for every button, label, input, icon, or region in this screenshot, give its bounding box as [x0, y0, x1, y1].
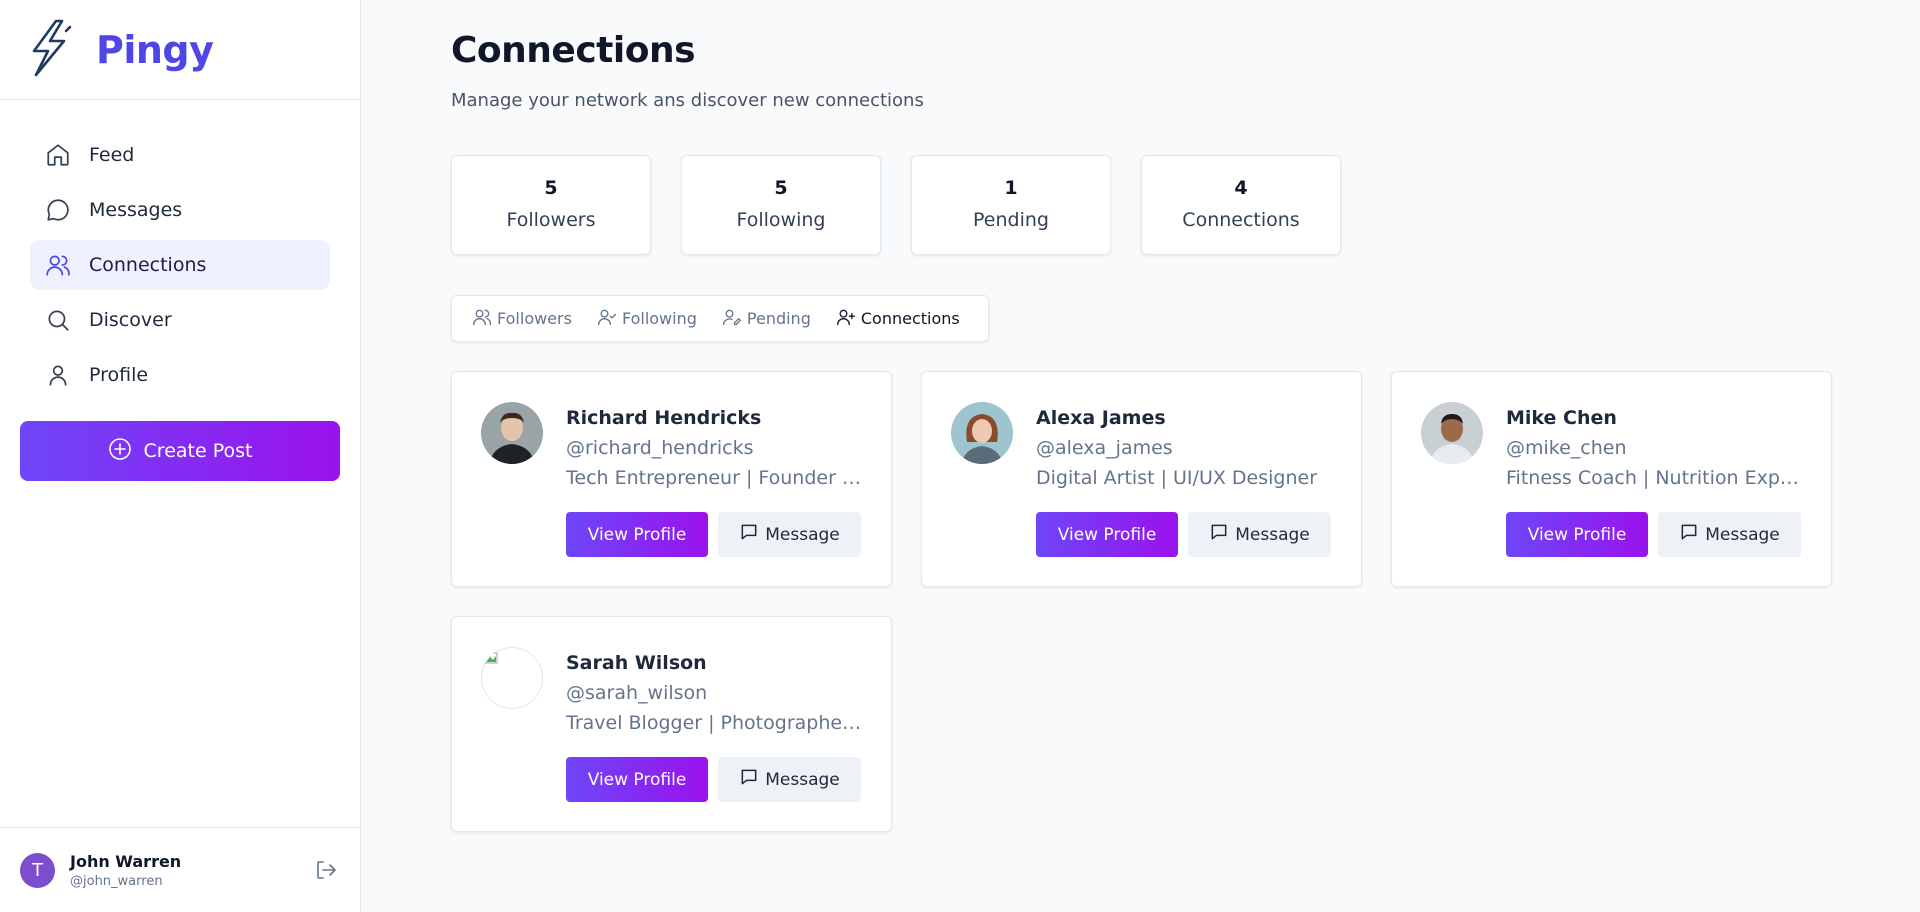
user-handle: @john_warren: [70, 873, 163, 889]
sidebar-item-label: Feed: [89, 144, 135, 166]
connection-bio: Travel Blogger | Photographer | Writer: [566, 712, 862, 734]
sidebar-item-label: Connections: [89, 254, 207, 276]
view-profile-button[interactable]: View Profile: [1036, 512, 1178, 557]
connection-handle: @mike_chen: [1506, 437, 1627, 459]
message-label: Message: [1235, 524, 1310, 545]
avatar[interactable]: [1421, 402, 1483, 464]
stat-label: Following: [736, 209, 826, 231]
stat-value: 1: [1004, 177, 1018, 199]
sidebar-item-feed[interactable]: Feed: [30, 130, 330, 180]
connection-handle: @sarah_wilson: [566, 682, 708, 704]
connection-name[interactable]: Sarah Wilson: [566, 652, 707, 674]
stat-connections: 4 Connections: [1141, 155, 1341, 255]
stat-value: 5: [544, 177, 558, 199]
user-icon: [45, 362, 71, 388]
message-button[interactable]: Message: [1188, 512, 1331, 557]
tab-label: Pending: [746, 309, 811, 328]
connection-bio: Digital Artist | UI/UX Designer: [1036, 467, 1318, 489]
stat-followers: 5 Followers: [451, 155, 651, 255]
sidebar-item-discover[interactable]: Discover: [30, 295, 330, 345]
tab-pending[interactable]: Pending: [722, 307, 811, 331]
lightning-logo-icon: [26, 17, 74, 83]
view-profile-button[interactable]: View Profile: [1506, 512, 1648, 557]
avatar[interactable]: T: [20, 852, 55, 888]
view-profile-button[interactable]: View Profile: [566, 512, 708, 557]
sidebar: Pingy Feed Messages Connections Discover: [0, 0, 361, 912]
stat-pending: 1 Pending: [911, 155, 1111, 255]
logout-icon[interactable]: [314, 858, 338, 882]
plus-circle-icon: [108, 437, 144, 466]
home-icon: [45, 142, 71, 168]
logo[interactable]: Pingy: [0, 0, 360, 100]
tab-connections[interactable]: Connections: [836, 307, 960, 331]
avatar[interactable]: [481, 647, 543, 709]
search-icon: [45, 307, 71, 333]
chat-square-icon: [1209, 522, 1235, 547]
message-label: Message: [1705, 524, 1780, 545]
tab-following[interactable]: Following: [597, 307, 697, 331]
users-icon: [45, 252, 71, 278]
message-label: Message: [765, 524, 840, 545]
message-button[interactable]: Message: [1658, 512, 1801, 557]
users-icon: [472, 307, 497, 331]
chat-square-icon: [739, 767, 765, 792]
connection-card: Sarah Wilson @sarah_wilson Travel Blogge…: [451, 616, 892, 832]
stat-value: 4: [1234, 177, 1248, 199]
tab-label: Followers: [497, 309, 572, 328]
connection-card: Richard Hendricks @richard_hendricks Tec…: [451, 371, 892, 587]
connection-card: Alexa James @alexa_james Digital Artist …: [921, 371, 1362, 587]
stat-label: Followers: [506, 209, 596, 231]
stats-row: 5 Followers 5 Following 1 Pending 4 Conn…: [451, 155, 1371, 255]
connection-handle: @alexa_james: [1036, 437, 1173, 459]
chat-square-icon: [1679, 522, 1705, 547]
connection-bio: Fitness Coach | Nutrition Expert: [1506, 467, 1802, 489]
broken-image-icon: [481, 652, 543, 709]
sidebar-item-label: Messages: [89, 199, 183, 221]
brand-name: Pingy: [96, 27, 214, 72]
sidebar-item-connections[interactable]: Connections: [30, 240, 330, 290]
user-check-icon: [597, 307, 622, 331]
chat-square-icon: [739, 522, 765, 547]
message-label: Message: [765, 769, 840, 790]
user-pen-icon: [722, 307, 747, 331]
user-name: John Warren: [70, 851, 182, 871]
view-profile-button[interactable]: View Profile: [566, 757, 708, 802]
tab-label: Connections: [860, 309, 960, 328]
avatar[interactable]: [481, 402, 543, 464]
connection-name[interactable]: Richard Hendricks: [566, 407, 761, 429]
stat-value: 5: [774, 177, 788, 199]
connection-name[interactable]: Alexa James: [1036, 407, 1166, 429]
chat-bubble-icon: [45, 197, 71, 223]
current-user: T John Warren @john_warren: [0, 827, 360, 912]
stat-label: Pending: [973, 209, 1049, 231]
stat-following: 5 Following: [681, 155, 881, 255]
sidebar-item-label: Discover: [89, 309, 172, 331]
message-button[interactable]: Message: [718, 512, 861, 557]
sidebar-item-profile[interactable]: Profile: [30, 350, 330, 400]
connection-tabs: Followers Following Pending Connections: [451, 295, 989, 342]
sidebar-nav: Feed Messages Connections Discover Profi…: [0, 100, 360, 400]
sidebar-item-label: Profile: [89, 364, 149, 386]
user-plus-icon: [836, 307, 861, 331]
message-button[interactable]: Message: [718, 757, 861, 802]
page-title: Connections: [451, 30, 696, 71]
create-post-button[interactable]: Create Post: [20, 421, 340, 481]
connection-bio: Tech Entrepreneur | Founder of Pied Pipe…: [566, 467, 862, 489]
connection-card: Mike Chen @mike_chen Fitness Coach | Nut…: [1391, 371, 1832, 587]
sidebar-item-messages[interactable]: Messages: [30, 185, 330, 235]
connection-name[interactable]: Mike Chen: [1506, 407, 1617, 429]
tab-label: Following: [621, 309, 697, 328]
tab-followers[interactable]: Followers: [472, 307, 572, 331]
avatar[interactable]: [951, 402, 1013, 464]
connection-handle: @richard_hendricks: [566, 437, 754, 459]
stat-label: Connections: [1182, 209, 1300, 231]
create-post-label: Create Post: [143, 440, 253, 462]
page-subtitle: Manage your network ans discover new con…: [451, 90, 924, 111]
